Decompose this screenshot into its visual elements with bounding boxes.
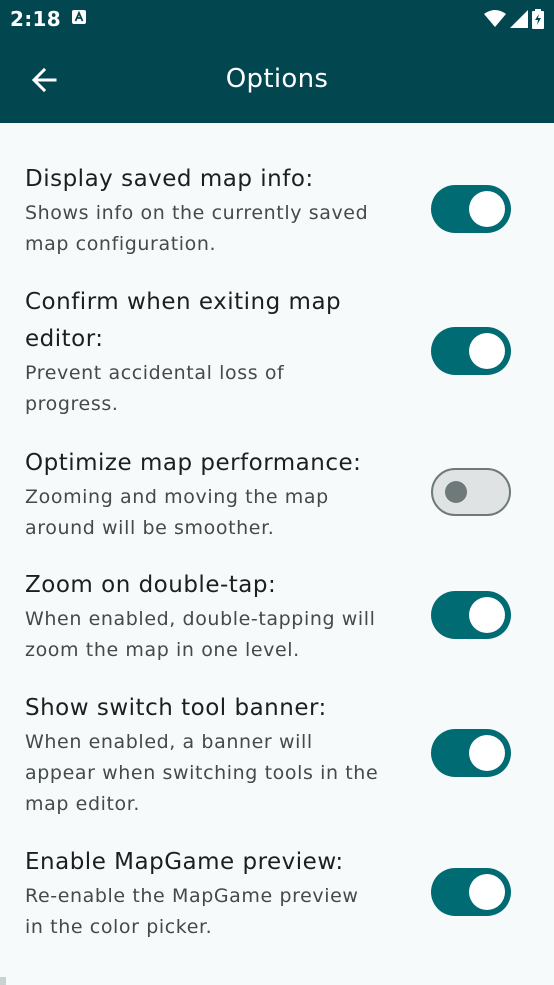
option-description: around will be smoother.	[25, 517, 275, 539]
page-title: Options	[225, 64, 329, 94]
battery-icon	[532, 9, 544, 29]
option-title: Confirm when exiting map	[25, 289, 342, 315]
option-title: Show switch tool banner:	[25, 695, 327, 721]
option-description: Re-enable the MapGame preview	[25, 885, 359, 907]
option-title: Enable MapGame preview:	[25, 849, 344, 875]
option-title: editor:	[25, 326, 104, 352]
option-toggle-switch[interactable]	[431, 729, 511, 777]
option-title: Zoom on double-tap:	[25, 572, 277, 598]
toggle-knob	[469, 874, 505, 910]
option-description: appear when switching tools in the	[25, 762, 379, 784]
signal-icon	[510, 10, 528, 28]
option-toggle-switch[interactable]	[431, 468, 511, 516]
option-description: Shows info on the currently saved	[25, 202, 369, 224]
scroll-edge	[0, 977, 6, 985]
notification-a-icon	[72, 10, 86, 24]
option-description: zoom the map in one level.	[25, 639, 300, 661]
option-description: map configuration.	[25, 233, 217, 255]
option-description: When enabled, double-tapping will	[25, 608, 376, 630]
option-toggle-switch[interactable]	[431, 185, 511, 233]
status-bar: 2:18	[0, 0, 554, 40]
wifi-icon	[484, 10, 506, 27]
toggle-knob	[445, 481, 467, 503]
toggle-knob	[469, 735, 505, 771]
option-toggle-switch[interactable]	[431, 591, 511, 639]
option-description: map editor.	[25, 793, 141, 815]
option-description: Zooming and moving the map	[25, 486, 329, 508]
option-description: Prevent accidental loss of	[25, 362, 285, 384]
option-toggle-switch[interactable]	[431, 868, 511, 916]
app-bar: Options	[0, 40, 554, 123]
option-title: Display saved map info:	[25, 166, 314, 192]
toggle-knob	[469, 597, 505, 633]
option-description: in the color picker.	[25, 916, 213, 938]
option-description: progress.	[25, 393, 119, 415]
status-time: 2:18	[10, 7, 61, 31]
toggle-knob	[469, 333, 505, 369]
option-toggle-switch[interactable]	[431, 327, 511, 375]
option-title: Optimize map performance:	[25, 450, 362, 476]
option-description: When enabled, a banner will	[25, 731, 313, 753]
toggle-knob	[469, 191, 505, 227]
